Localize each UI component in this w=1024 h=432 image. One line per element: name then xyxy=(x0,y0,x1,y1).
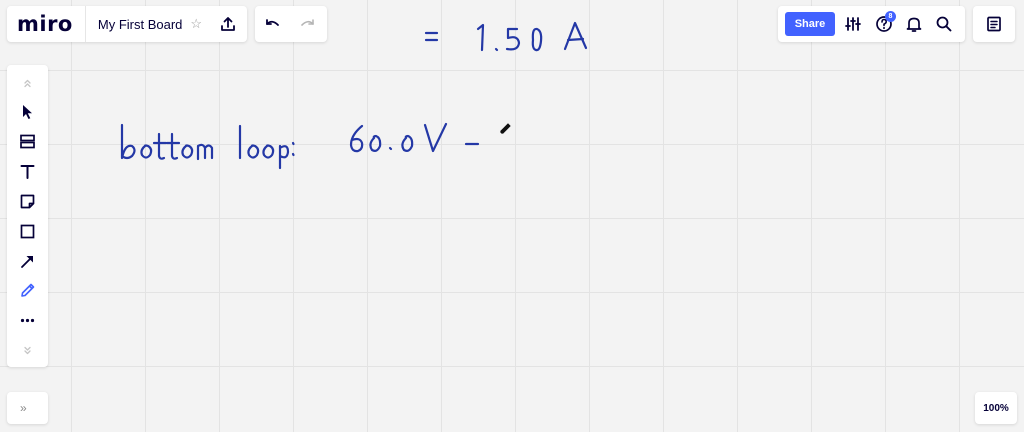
handwriting-bottom-loop xyxy=(120,123,295,170)
chevron-down-icon[interactable] xyxy=(18,341,37,360)
export-icon[interactable] xyxy=(219,15,237,33)
collapse-icon[interactable]: » xyxy=(20,401,27,415)
bell-icon[interactable] xyxy=(905,15,923,33)
pen-icon[interactable] xyxy=(18,281,37,300)
more-icon[interactable] xyxy=(18,311,37,330)
notes-icon[interactable] xyxy=(985,15,1003,33)
canvas-handwriting xyxy=(120,21,588,170)
undo-redo-panel xyxy=(255,6,327,42)
redo-icon[interactable] xyxy=(299,15,317,33)
zoom-control[interactable]: 100% xyxy=(975,392,1017,424)
text-icon[interactable] xyxy=(18,162,37,181)
settings-sliders-icon[interactable] xyxy=(844,15,862,33)
zoom-level[interactable]: 100% xyxy=(983,403,1009,414)
handwriting-current xyxy=(424,21,588,52)
search-icon[interactable] xyxy=(935,15,953,33)
star-icon[interactable]: ☆ xyxy=(190,16,202,32)
board-title[interactable]: My First Board xyxy=(98,17,183,32)
share-button[interactable]: Share xyxy=(785,12,835,36)
pen-cursor-icon xyxy=(500,123,511,134)
chevron-up-icon[interactable] xyxy=(18,74,37,93)
collapse-panel: » xyxy=(7,392,48,424)
select-cursor-icon[interactable] xyxy=(18,102,37,121)
sticky-note-icon[interactable] xyxy=(18,192,37,211)
header-divider xyxy=(84,6,86,42)
handwriting-voltage xyxy=(349,122,480,153)
notes-panel xyxy=(973,6,1015,42)
rectangle-icon[interactable] xyxy=(18,222,37,241)
creation-toolbar xyxy=(7,65,48,367)
collaboration-toolbar: Share 8 xyxy=(778,6,965,42)
help-badge: 8 xyxy=(885,11,896,22)
frame-icon[interactable] xyxy=(18,132,37,151)
undo-icon[interactable] xyxy=(263,15,281,33)
board-header: miro My First Board ☆ xyxy=(7,6,247,42)
miro-logo[interactable]: miro xyxy=(17,12,73,36)
arrow-line-icon[interactable] xyxy=(18,252,37,271)
